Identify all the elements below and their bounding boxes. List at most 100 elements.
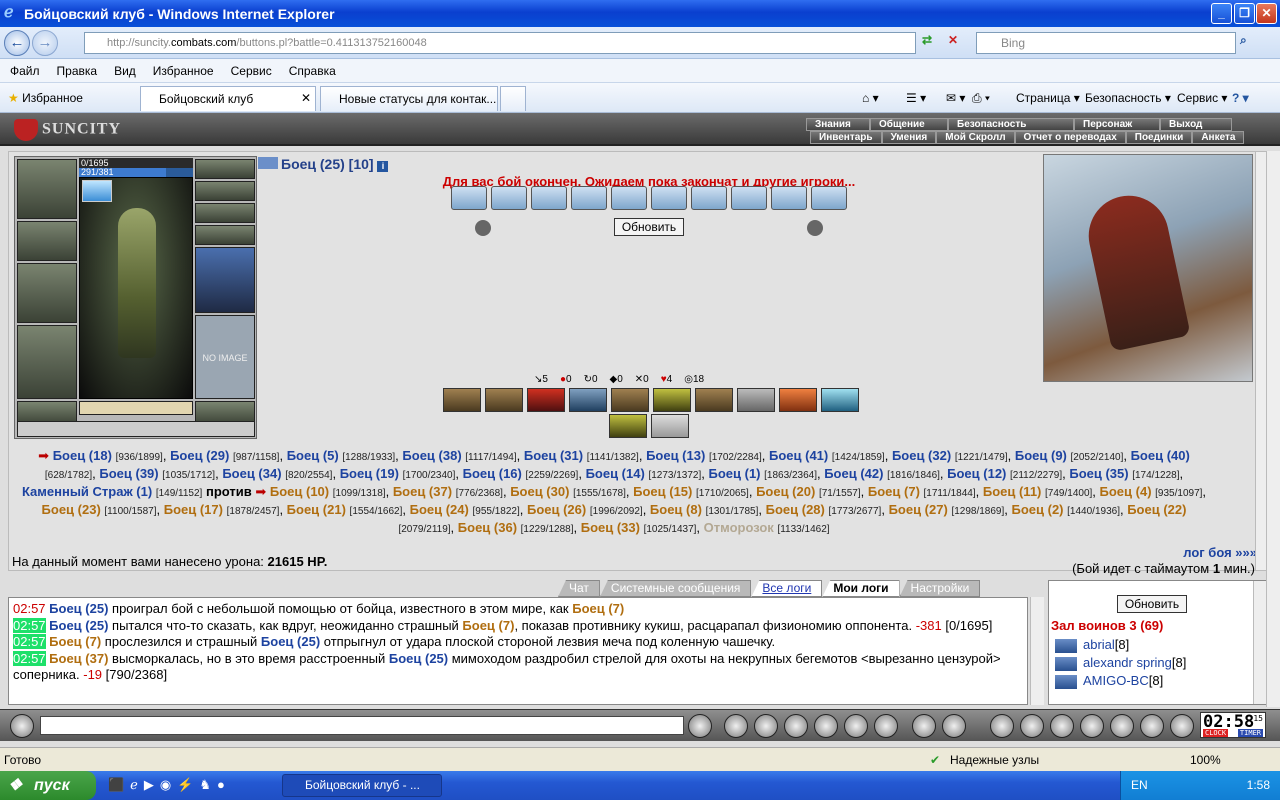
info-icon[interactable]: i bbox=[377, 161, 389, 172]
zoom-level[interactable]: 100% bbox=[1190, 748, 1221, 772]
enemy-name[interactable]: Боец (25) [10] i bbox=[258, 156, 389, 172]
fighter-name[interactable]: Боец (8) bbox=[650, 502, 702, 517]
snowflake-buff-icon[interactable] bbox=[82, 180, 112, 202]
menu-exit[interactable]: Выход bbox=[1160, 118, 1232, 131]
smiley-icon[interactable] bbox=[912, 714, 936, 738]
maximize-button[interactable]: ❐ bbox=[1234, 3, 1255, 24]
print-icon[interactable]: ⎙ ▾ bbox=[972, 91, 990, 106]
minimize-button[interactable]: _ bbox=[1211, 3, 1232, 24]
weapon-slot[interactable] bbox=[17, 263, 77, 323]
log-actor[interactable]: Боец (25) bbox=[49, 618, 108, 633]
log-actor[interactable]: Боец (37) bbox=[49, 651, 108, 666]
skill-11[interactable] bbox=[609, 414, 647, 438]
helmet-slot[interactable] bbox=[17, 159, 77, 219]
menu-file[interactable]: Файл bbox=[10, 64, 40, 78]
log-target[interactable]: Боец (7) bbox=[572, 601, 624, 616]
submenu-skills[interactable]: Умения bbox=[881, 131, 937, 144]
spell-scroll-10[interactable] bbox=[811, 186, 847, 210]
menu-tools[interactable]: Сервис bbox=[231, 64, 272, 78]
bracers-slot[interactable] bbox=[17, 221, 77, 261]
favorites-button[interactable]: ★ Избранное bbox=[8, 91, 83, 105]
fighter-name[interactable]: Боец (10) bbox=[270, 484, 329, 499]
translit-icon[interactable] bbox=[844, 714, 868, 738]
scroll-slots[interactable] bbox=[79, 401, 193, 415]
fighter-name[interactable]: Боец (35) bbox=[1069, 466, 1128, 481]
shop-icon[interactable] bbox=[1110, 714, 1134, 738]
fighter-name[interactable]: Боец (33) bbox=[581, 520, 640, 535]
spell-scroll-8[interactable] bbox=[731, 186, 767, 210]
fighter-name[interactable]: Боец (39) bbox=[99, 466, 158, 481]
fighter-name[interactable]: Боец (40) bbox=[1131, 448, 1190, 463]
fighter-name[interactable]: Боец (22) bbox=[1127, 502, 1186, 517]
flag-icon[interactable] bbox=[1140, 714, 1164, 738]
chat-scrollbar[interactable] bbox=[1030, 597, 1044, 705]
log-target[interactable]: Боец (7) bbox=[462, 618, 514, 633]
sound-icon[interactable] bbox=[874, 714, 898, 738]
fighter-name[interactable]: Каменный Страж (1) bbox=[22, 484, 152, 499]
fighter-name[interactable]: Боец (32) bbox=[892, 448, 951, 463]
fighter-name[interactable]: Боец (13) bbox=[646, 448, 705, 463]
player-icon[interactable] bbox=[1055, 657, 1077, 671]
earrings-slot[interactable] bbox=[195, 159, 255, 179]
fighter-name[interactable]: Боец (27) bbox=[889, 502, 948, 517]
page-scrollbar[interactable] bbox=[1266, 151, 1280, 707]
submenu-scroll[interactable]: Мой Скролл bbox=[936, 131, 1015, 144]
start-button[interactable]: ❖ пуск bbox=[0, 771, 96, 800]
safety-menu[interactable]: Безопасность ▾ bbox=[1085, 91, 1171, 105]
stop-icon[interactable]: ✕ bbox=[948, 33, 968, 53]
spell-scroll-2[interactable] bbox=[491, 186, 527, 210]
next-icon[interactable] bbox=[807, 220, 823, 236]
fighter-name[interactable]: Боец (16) bbox=[463, 466, 522, 481]
skill-9[interactable] bbox=[779, 388, 817, 412]
fighter-name[interactable]: Боец (23) bbox=[42, 502, 101, 517]
fighter-name[interactable]: Боец (42) bbox=[824, 466, 883, 481]
tab-close-icon[interactable]: ✕ bbox=[301, 91, 311, 105]
fighter-name[interactable]: Боец (14) bbox=[586, 466, 645, 481]
fighter-name[interactable]: Боец (24) bbox=[410, 502, 469, 517]
gloves-slot[interactable] bbox=[195, 225, 255, 245]
fighter-name[interactable]: Боец (15) bbox=[633, 484, 692, 499]
menu-help[interactable]: Справка bbox=[289, 64, 336, 78]
log-actor[interactable]: Боец (7) bbox=[49, 634, 101, 649]
room-refresh-button[interactable]: Обновить bbox=[1117, 595, 1187, 613]
menu-communication[interactable]: Общение bbox=[870, 118, 948, 131]
fighter-name[interactable]: Боец (41) bbox=[769, 448, 828, 463]
spell-scroll-4[interactable] bbox=[571, 186, 607, 210]
fighter-name[interactable]: Боец (20) bbox=[756, 484, 815, 499]
filter-icon[interactable] bbox=[754, 714, 778, 738]
fighter-name[interactable]: Боец (31) bbox=[524, 448, 583, 463]
fighter-name[interactable]: Боец (7) bbox=[868, 484, 920, 499]
menu-favorites[interactable]: Избранное bbox=[153, 64, 214, 78]
mail-icon[interactable]: ✉ ▾ bbox=[946, 91, 965, 105]
amulet-slot[interactable] bbox=[195, 181, 255, 201]
battle-icon[interactable] bbox=[1050, 714, 1074, 738]
save-icon[interactable] bbox=[784, 714, 808, 738]
tools-menu[interactable]: Сервис ▾ bbox=[1177, 91, 1227, 105]
skill-12[interactable] bbox=[651, 414, 689, 438]
fighter-name[interactable]: Боец (4) bbox=[1100, 484, 1152, 499]
skill-10[interactable] bbox=[821, 388, 859, 412]
fighter-name[interactable]: Отморозок bbox=[704, 520, 774, 535]
fighter-name[interactable]: Боец (18) bbox=[53, 448, 112, 463]
fighter-name[interactable]: Боец (5) bbox=[287, 448, 339, 463]
fighter-name[interactable]: Боец (17) bbox=[164, 502, 223, 517]
fighter-name[interactable]: Боец (34) bbox=[222, 466, 281, 481]
language-indicator[interactable]: EN bbox=[1131, 778, 1148, 792]
new-tab-button[interactable] bbox=[500, 86, 526, 111]
fighter-name[interactable]: Боец (26) bbox=[527, 502, 586, 517]
tab-fight-club[interactable]: Бойцовский клуб ✕ bbox=[140, 86, 316, 111]
player-alexandr-spring[interactable]: alexandr spring[8] bbox=[1083, 655, 1186, 670]
log-target[interactable]: Боец (25) bbox=[261, 634, 320, 649]
tab-all-logs[interactable]: Все логи bbox=[751, 580, 823, 597]
no-image-slot[interactable]: NO IMAGE bbox=[195, 315, 255, 399]
log-actor[interactable]: Боец (25) bbox=[49, 601, 108, 616]
prev-icon[interactable] bbox=[475, 220, 491, 236]
search-icon[interactable]: ⌕ bbox=[1240, 33, 1247, 48]
menu-knowledge[interactable]: Знания bbox=[806, 118, 870, 131]
menu-character[interactable]: Персонаж bbox=[1074, 118, 1160, 131]
refresh-icon[interactable]: ⇄ bbox=[922, 33, 942, 53]
tab-statuses[interactable]: Новые статусы для контак... bbox=[320, 86, 498, 111]
menu-security[interactable]: Безопасность bbox=[948, 118, 1074, 131]
skill-1[interactable] bbox=[443, 388, 481, 412]
submenu-profile[interactable]: Анкета bbox=[1192, 131, 1245, 144]
